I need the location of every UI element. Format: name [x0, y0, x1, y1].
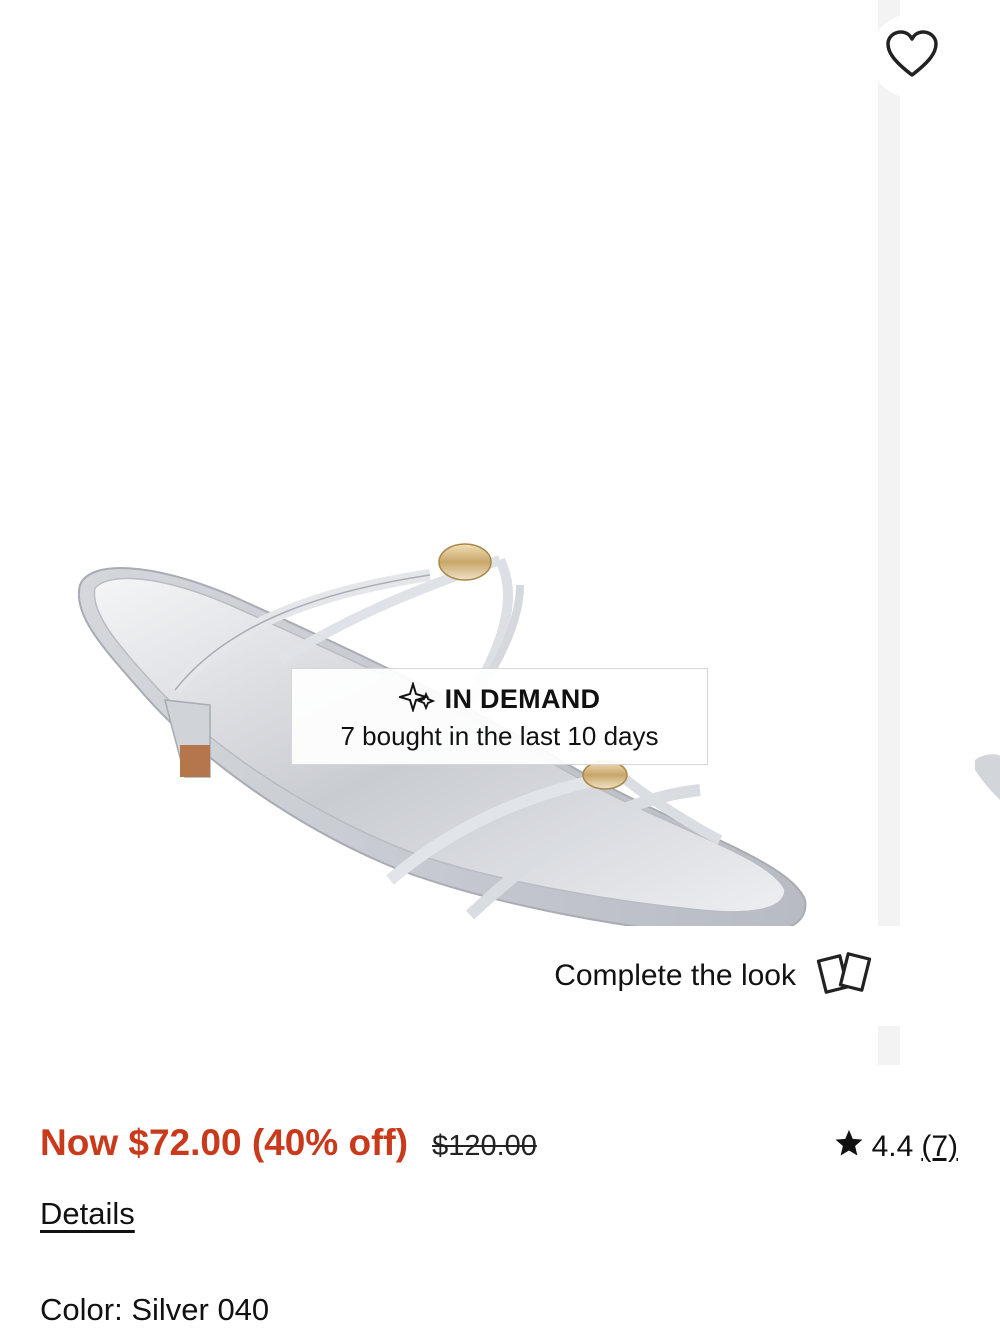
review-count-link[interactable]: (7) — [921, 1130, 958, 1164]
color-label: Color: — [40, 1292, 132, 1327]
complete-the-look-button[interactable]: Complete the look — [538, 926, 938, 1026]
badge-subtitle: 7 bought in the last 10 days — [340, 721, 659, 751]
next-image-illustration — [975, 754, 1000, 800]
in-demand-badge: IN DEMAND 7 bought in the last 10 days — [291, 668, 708, 765]
complete-the-look-label: Complete the look — [554, 959, 796, 992]
cards-icon — [816, 950, 878, 1003]
product-image[interactable] — [0, 0, 878, 1065]
wishlist-button[interactable] — [870, 14, 954, 98]
rating-value: 4.4 — [871, 1130, 914, 1163]
sandal-illustration — [77, 543, 807, 937]
product-image-gallery[interactable]: IN DEMAND 7 bought in the last 10 days C… — [0, 0, 1000, 1065]
color-selection: Color: Silver 040 — [40, 1292, 269, 1328]
sparkle-icon — [396, 680, 436, 717]
original-price: $120.00 — [432, 1130, 537, 1162]
badge-title: IN DEMAND — [444, 684, 601, 714]
color-value: Silver 040 — [131, 1292, 270, 1327]
sale-price: Now $72.00 (40% off) — [40, 1122, 409, 1163]
next-product-image[interactable] — [900, 0, 1000, 1065]
details-link[interactable]: Details — [40, 1196, 135, 1232]
gallery-divider — [878, 0, 900, 1065]
rating-summary[interactable]: 4.4 (7) — [834, 1128, 958, 1166]
heart-outline-icon — [885, 29, 939, 84]
price-row: Now $72.00 (40% off) $120.00 — [40, 1122, 537, 1164]
star-icon — [834, 1128, 864, 1166]
